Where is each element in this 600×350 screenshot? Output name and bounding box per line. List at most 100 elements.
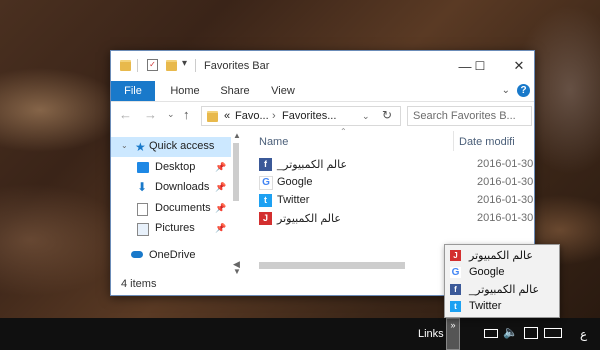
sidebar-item-label: Desktop <box>155 161 196 173</box>
sidebar-item-documents[interactable]: Documents 📌 <box>111 199 231 219</box>
new-folder-icon[interactable] <box>166 60 177 71</box>
address-row: ← → ⌄ ↑ « Favo... › Favorites... ⌄ ↻ Sea… <box>111 103 534 129</box>
notifications-icon[interactable] <box>524 327 538 339</box>
menu-item[interactable]: t Twitter <box>445 298 559 315</box>
tab-share[interactable]: Share <box>213 81 257 101</box>
twitter-icon: t <box>450 301 461 312</box>
links-toolbar-label[interactable]: Links <box>418 328 444 340</box>
tab-view[interactable]: View <box>261 81 305 101</box>
close-button[interactable]: ✕ <box>496 51 542 81</box>
menu-item[interactable]: f _عالم الكمبيوتر <box>445 281 559 298</box>
links-chevron-button[interactable]: » <box>446 318 460 350</box>
table-row[interactable]: G Google 2016-01-30 <box>257 174 534 192</box>
column-header-name[interactable]: Name <box>259 136 288 148</box>
breadcrumb-separator[interactable]: › <box>272 110 276 122</box>
pin-icon[interactable]: 📌 <box>215 203 226 214</box>
breadcrumb-favorites-bar[interactable]: Favorites... <box>282 110 336 122</box>
facebook-icon: f <box>259 158 272 171</box>
sidebar-item-label: Downloads <box>155 181 210 193</box>
table-row[interactable]: J عالم الكمبيوتر 2016-01-30 <box>257 210 534 228</box>
sidebar-item-label: OneDrive <box>149 249 196 261</box>
download-icon: ⬇ <box>137 180 148 194</box>
forward-arrow-icon[interactable]: → <box>144 107 157 122</box>
menu-item-label: _عالم الكمبيوتر <box>469 284 540 296</box>
google-icon: G <box>259 176 273 190</box>
column-divider[interactable] <box>453 131 454 151</box>
scrollbar-thumb[interactable] <box>259 262 405 269</box>
taskbar: Links 🔈 ع <box>0 318 600 350</box>
expand-ribbon-icon[interactable]: ⌄ <box>502 85 510 96</box>
ribbon-tabs: File Home Share View ⌄ ? <box>111 81 534 102</box>
file-date: 2016-01-30 <box>477 194 534 206</box>
tab-file[interactable]: File <box>111 81 155 101</box>
sidebar-item-label: Documents <box>155 202 211 214</box>
volume-icon[interactable]: 🔈 <box>503 325 518 339</box>
sort-up-icon: ⌃ <box>340 127 347 136</box>
desktop-icon <box>137 162 149 173</box>
file-date: 2016-01-30 <box>477 158 534 170</box>
sidebar-item-quick-access[interactable]: ⌄ ★ Quick access <box>111 137 231 157</box>
table-row[interactable]: f _عالم الكمبيوتر 2016-01-30 <box>257 156 534 174</box>
file-date: 2016-01-30 <box>477 212 534 224</box>
menu-item[interactable]: J عالم الكمبيوتر <box>445 247 559 264</box>
table-row[interactable]: t Twitter 2016-01-30 <box>257 192 534 210</box>
pin-icon[interactable]: 📌 <box>215 162 226 173</box>
back-arrow-icon[interactable]: ← <box>119 107 132 122</box>
up-arrow-icon[interactable]: ↑ <box>183 107 190 122</box>
menu-item[interactable]: G Google <box>445 264 559 281</box>
file-name: عالم الكمبيوتر <box>277 213 341 225</box>
scrollbar-thumb[interactable] <box>233 143 239 201</box>
column-header-date[interactable]: Date modifi <box>459 136 515 148</box>
file-date: 2016-01-30 <box>477 176 534 188</box>
refresh-icon[interactable]: ↻ <box>382 108 392 122</box>
site-icon: J <box>259 212 272 225</box>
scroll-left-icon[interactable]: ◀ <box>233 259 240 270</box>
folder-icon <box>120 60 131 71</box>
site-icon: J <box>450 250 461 261</box>
pin-icon[interactable]: 📌 <box>215 223 226 234</box>
recent-locations-icon[interactable]: ⌄ <box>167 109 175 120</box>
document-icon <box>137 203 148 216</box>
picture-icon <box>137 223 149 236</box>
folder-icon <box>207 111 218 122</box>
customize-toolbar-icon[interactable]: ▾ <box>182 58 187 69</box>
cloud-icon <box>131 251 143 258</box>
menu-item-label: Twitter <box>469 300 502 312</box>
menu-item-label: عالم الكمبيوتر <box>469 250 533 262</box>
nav-scrollbar[interactable]: ▲ ▼ <box>231 131 241 276</box>
collapse-icon[interactable]: ⌄ <box>121 141 128 150</box>
google-icon: G <box>450 267 461 278</box>
breadcrumb-overflow[interactable]: « <box>224 110 230 122</box>
tab-home[interactable]: Home <box>163 81 207 101</box>
file-name: Twitter <box>277 194 310 206</box>
properties-icon[interactable]: ✓ <box>147 59 158 71</box>
address-bar[interactable]: « Favo... › Favorites... ⌄ ↻ <box>201 106 401 126</box>
help-icon[interactable]: ? <box>517 84 530 97</box>
file-name: _عالم الكمبيوتر <box>277 159 348 171</box>
search-input[interactable]: Search Favorites B... <box>407 106 532 126</box>
sidebar-item-onedrive[interactable]: OneDrive <box>111 246 231 266</box>
pin-icon[interactable]: 📌 <box>215 182 226 193</box>
links-popup-menu: J عالم الكمبيوتر G Google f _عالم الكمبي… <box>444 244 560 318</box>
address-dropdown-icon[interactable]: ⌄ <box>362 111 370 122</box>
navigation-pane: ⌄ ★ Quick access Desktop 📌 ⬇ Downloads 📌… <box>111 131 231 276</box>
keyboard-icon[interactable] <box>544 328 562 338</box>
input-language[interactable]: ع <box>580 327 587 341</box>
divider <box>195 59 196 72</box>
sidebar-item-pictures[interactable]: Pictures 📌 <box>111 219 231 239</box>
sidebar-item-desktop[interactable]: Desktop 📌 <box>111 158 231 178</box>
status-item-count: 4 items <box>121 278 157 290</box>
sidebar-item-label: Quick access <box>149 140 215 152</box>
twitter-icon: t <box>259 194 272 207</box>
menu-item-label: Google <box>469 266 505 278</box>
scroll-up-icon[interactable]: ▲ <box>233 131 241 140</box>
sidebar-item-label: Pictures <box>155 222 195 234</box>
facebook-icon: f <box>450 284 461 295</box>
battery-icon[interactable] <box>484 329 498 338</box>
file-name: Google <box>277 176 313 188</box>
title-bar[interactable]: ✓ ▾ Favorites Bar — ☐ ✕ <box>111 51 534 81</box>
window-title: Favorites Bar <box>204 60 270 72</box>
breadcrumb-favorites[interactable]: Favo... <box>235 110 269 122</box>
divider <box>137 59 138 72</box>
sidebar-item-downloads[interactable]: ⬇ Downloads 📌 <box>111 178 231 198</box>
